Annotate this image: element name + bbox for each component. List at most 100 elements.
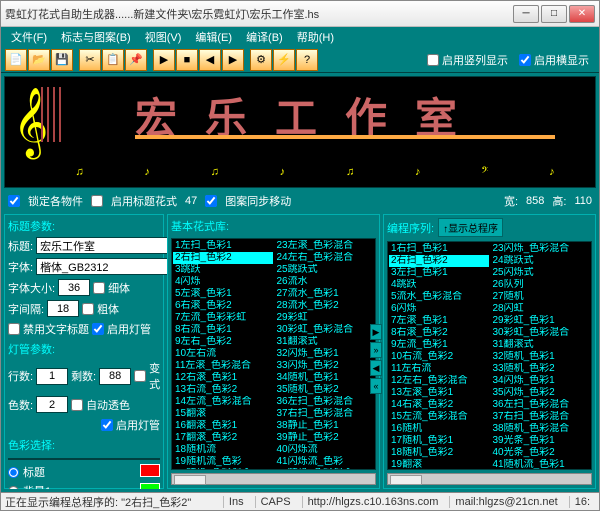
- list-item[interactable]: 8右滚_色彩2: [389, 327, 489, 339]
- list-item[interactable]: 25跳跃式: [275, 264, 375, 276]
- menu-help[interactable]: 帮助(H): [291, 27, 340, 47]
- list-item[interactable]: 31翻滚式: [275, 336, 375, 348]
- menu-logo[interactable]: 标志与图案(B): [55, 27, 137, 47]
- list-item[interactable]: 27随机: [491, 291, 591, 303]
- move-left-button[interactable]: ◀: [370, 360, 382, 376]
- list-item[interactable]: 18随机流: [173, 444, 273, 456]
- move-right-button[interactable]: ▶: [370, 324, 382, 340]
- menu-edit[interactable]: 编辑(E): [189, 27, 238, 47]
- tool-open[interactable]: 📂: [28, 49, 50, 71]
- list-item[interactable]: 4跳跃: [389, 279, 489, 291]
- list-item[interactable]: 35随机_色彩2: [275, 384, 375, 396]
- swatch-bg1[interactable]: [140, 483, 160, 489]
- list-item[interactable]: 5流水_色彩混合: [389, 291, 489, 303]
- move-all-right-button[interactable]: »: [370, 342, 382, 358]
- maximize-button[interactable]: □: [541, 5, 567, 23]
- list-item[interactable]: 19随机流_色彩: [173, 456, 273, 468]
- list-item[interactable]: 6闪烁: [389, 303, 489, 315]
- tool-compile[interactable]: ⚡: [273, 49, 295, 71]
- list-item[interactable]: 39静止_色彩2: [275, 432, 375, 444]
- list-item[interactable]: 11左滚_色彩混合: [173, 360, 273, 372]
- list-item[interactable]: 39光条_色彩1: [491, 435, 591, 447]
- list-item[interactable]: 6右滚_色彩2: [173, 300, 273, 312]
- list-item[interactable]: 18随机_色彩2: [389, 447, 489, 459]
- list-item[interactable]: 27流水_色彩1: [275, 288, 375, 300]
- list-item[interactable]: 13左滚_色彩1: [389, 387, 489, 399]
- list-item[interactable]: 36左扫_色彩混合: [275, 396, 375, 408]
- colors-input[interactable]: [36, 396, 68, 413]
- list-item[interactable]: 30彩虹_色彩混合: [491, 327, 591, 339]
- rest-input[interactable]: [99, 368, 131, 385]
- list-item[interactable]: 41随机流_色彩1: [491, 459, 591, 469]
- tool-copy[interactable]: 📋: [102, 49, 124, 71]
- list-item[interactable]: 2右扫_色彩2: [173, 252, 273, 264]
- tool-prev[interactable]: ◀: [199, 49, 221, 71]
- list-item[interactable]: 33随机_色彩2: [491, 363, 591, 375]
- check-vary[interactable]: [134, 370, 146, 382]
- tool-save[interactable]: 💾: [51, 49, 73, 71]
- list-item[interactable]: 1右扫_色彩1: [389, 243, 489, 255]
- check-use-tube1[interactable]: [92, 323, 104, 335]
- list-item[interactable]: 23左滚_色彩混合: [275, 240, 375, 252]
- list-item[interactable]: 10左右流: [173, 348, 273, 360]
- list-item[interactable]: 1左扫_色彩1: [173, 240, 273, 252]
- list-item[interactable]: 16翻滚_色彩1: [173, 420, 273, 432]
- list-item[interactable]: 4闪烁: [173, 276, 273, 288]
- font-size-input[interactable]: [58, 279, 90, 296]
- list-item[interactable]: 34闪烁_色彩1: [491, 375, 591, 387]
- minimize-button[interactable]: ─: [513, 5, 539, 23]
- tool-play[interactable]: ▶: [153, 49, 175, 71]
- list-item[interactable]: 35闪烁_色彩2: [491, 387, 591, 399]
- list-item[interactable]: 9左流_色彩1: [389, 339, 489, 351]
- list-item[interactable]: 19翻滚: [389, 459, 489, 469]
- check-sync-move[interactable]: [205, 195, 217, 207]
- tool-next[interactable]: ▶: [222, 49, 244, 71]
- list-item[interactable]: 7左滚_色彩1: [389, 315, 489, 327]
- tool-help[interactable]: ?: [296, 49, 318, 71]
- list-item[interactable]: 42随机_色彩混合: [275, 468, 375, 469]
- list-item[interactable]: 29彩虹: [275, 312, 375, 324]
- radio-title-color[interactable]: [8, 467, 19, 478]
- check-use-tube2[interactable]: [101, 419, 113, 431]
- list-item[interactable]: 24跳跃式: [491, 255, 591, 267]
- tool-settings[interactable]: ⚙: [250, 49, 272, 71]
- list-item[interactable]: 36左扫_色彩混合: [491, 399, 591, 411]
- show-full-program-button[interactable]: ↑显示总程序: [438, 218, 503, 237]
- radio-bg1-color[interactable]: [8, 486, 19, 490]
- font-select[interactable]: [36, 258, 186, 275]
- list-item[interactable]: 23闪烁_色彩混合: [491, 243, 591, 255]
- check-auto-color[interactable]: [71, 399, 83, 411]
- status-url[interactable]: http://hlgzs.c10.163ns.com: [302, 496, 444, 508]
- menu-compile[interactable]: 编译(B): [240, 27, 289, 47]
- close-button[interactable]: ✕: [569, 5, 595, 23]
- rows-input[interactable]: [36, 368, 68, 385]
- check-bold[interactable]: [82, 303, 94, 315]
- list-item[interactable]: 38静止_色彩1: [275, 420, 375, 432]
- list-item[interactable]: 13右流_色彩2: [173, 384, 273, 396]
- check-vertical-display[interactable]: [427, 54, 439, 66]
- list-item[interactable]: 28流水_色彩2: [275, 300, 375, 312]
- list-item[interactable]: 40光条_色彩2: [491, 447, 591, 459]
- list-item[interactable]: 32随机_色彩1: [491, 351, 591, 363]
- list-item[interactable]: 30彩虹_色彩混合: [275, 324, 375, 336]
- check-lock-objects[interactable]: [8, 195, 20, 207]
- title-input[interactable]: [36, 237, 186, 254]
- list-item[interactable]: 15左流_色彩混合: [389, 411, 489, 423]
- list-item[interactable]: 3跳跃: [173, 264, 273, 276]
- check-no-text[interactable]: [8, 323, 20, 335]
- list-item[interactable]: 12左右_色彩混合: [389, 375, 489, 387]
- status-mail[interactable]: mail:hlgzs@21cn.net: [449, 496, 562, 508]
- list-item[interactable]: 41闪烁流_色彩: [275, 456, 375, 468]
- list-item[interactable]: 29彩虹_色彩1: [491, 315, 591, 327]
- move-all-left-button[interactable]: «: [370, 378, 382, 394]
- list-item[interactable]: 8右流_色彩1: [173, 324, 273, 336]
- check-title-fx[interactable]: [91, 195, 103, 207]
- list-item[interactable]: 24左右_色彩混合: [275, 252, 375, 264]
- list-item[interactable]: 14右滚_色彩2: [389, 399, 489, 411]
- check-thin[interactable]: [93, 282, 105, 294]
- program-sequence-list[interactable]: 1右扫_色彩12右扫_色彩23左扫_色彩14跳跃5流水_色彩混合6闪烁7左滚_色…: [387, 241, 592, 470]
- list-item[interactable]: 37右扫_色彩混合: [275, 408, 375, 420]
- basic-effects-list[interactable]: 1左扫_色彩12右扫_色彩23跳跃4闪烁5左滚_色彩16右滚_色彩27左流_色彩…: [171, 238, 376, 470]
- tool-stop[interactable]: ■: [176, 49, 198, 71]
- char-gap-input[interactable]: [47, 300, 79, 317]
